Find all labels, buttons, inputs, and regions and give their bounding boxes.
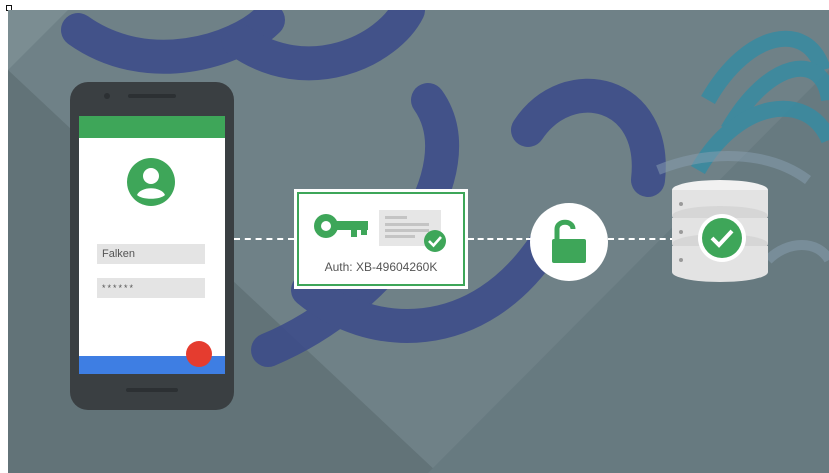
password-field[interactable]: ****** xyxy=(97,278,205,298)
auth-code-label: Auth: XB-49604260K xyxy=(324,260,438,274)
illustration-scene: Falken ****** Auth: XB-49604260K xyxy=(8,10,829,473)
database-check-icon xyxy=(672,180,768,282)
connector-lock-to-database xyxy=(608,238,676,240)
key-icon xyxy=(314,214,368,238)
account-circle-icon xyxy=(127,158,175,206)
phone-home-bar xyxy=(126,388,178,392)
auth-card-frame: Auth: XB-49604260K xyxy=(297,192,465,286)
auth-card: Auth: XB-49604260K xyxy=(294,189,468,289)
phone: Falken ****** xyxy=(70,82,234,410)
phone-screen: Falken ****** xyxy=(79,116,225,374)
document-check-icon xyxy=(379,210,446,252)
username-field[interactable]: Falken xyxy=(97,244,205,264)
connector-phone-to-auth xyxy=(234,238,294,240)
unlocked-padlock-icon xyxy=(552,219,586,263)
lock-badge xyxy=(530,203,608,281)
connector-auth-to-lock xyxy=(468,238,532,240)
background-corner xyxy=(8,10,68,70)
red-action-button[interactable] xyxy=(186,341,212,367)
phone-speaker xyxy=(128,94,176,98)
phone-status-bar xyxy=(79,116,225,138)
phone-camera xyxy=(104,93,110,99)
